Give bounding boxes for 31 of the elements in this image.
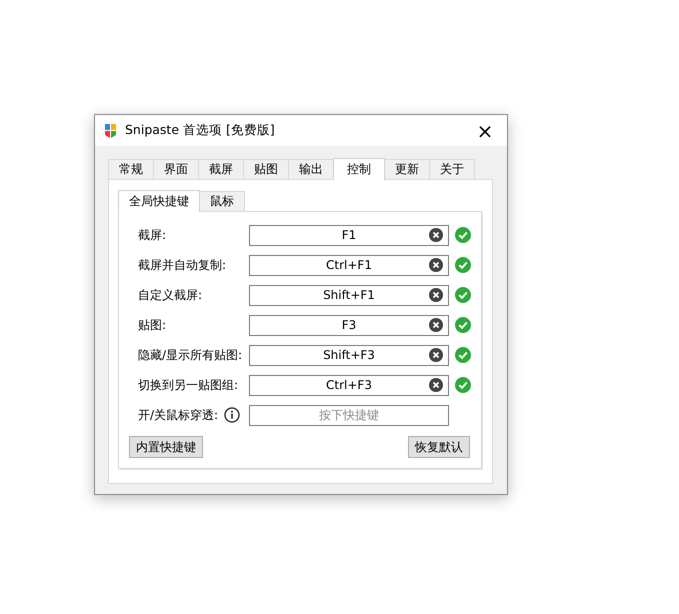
shortcut-label: 开/关鼠标穿透: bbox=[138, 407, 218, 424]
tab[interactable]: 关于 bbox=[429, 159, 475, 179]
shortcut-label: 截屏: bbox=[138, 227, 166, 244]
clear-icon[interactable] bbox=[429, 258, 443, 272]
clear-icon[interactable] bbox=[429, 228, 443, 242]
shortcut-label: 自定义截屏: bbox=[138, 287, 202, 304]
shortcut-field[interactable]: F3 bbox=[249, 314, 449, 336]
shortcut-field[interactable]: Shift+F1 bbox=[249, 284, 449, 306]
info-icon[interactable] bbox=[224, 407, 240, 423]
window-title: Snipaste 首选项 [免费版] bbox=[125, 121, 275, 140]
shortcut-label: 切换到另一贴图组: bbox=[138, 377, 238, 394]
restore-defaults-button[interactable]: 恢复默认 bbox=[408, 436, 470, 458]
subtab[interactable]: 全局快捷键 bbox=[118, 190, 200, 212]
clear-icon[interactable] bbox=[429, 288, 443, 302]
shortcut-field[interactable]: 按下快捷键 bbox=[249, 404, 449, 426]
subtab[interactable]: 鼠标 bbox=[199, 191, 245, 211]
clear-icon[interactable] bbox=[429, 378, 443, 392]
app-logo-icon bbox=[105, 124, 117, 138]
builtin-shortcuts-button[interactable]: 内置快捷键 bbox=[129, 436, 203, 458]
shortcut-field[interactable]: Ctrl+F1 bbox=[249, 254, 449, 276]
shortcut-label: 截屏并自动复制: bbox=[138, 257, 226, 274]
tab[interactable]: 控制 bbox=[333, 158, 385, 180]
close-button[interactable]: × bbox=[463, 115, 507, 146]
clear-icon[interactable] bbox=[429, 348, 443, 362]
tab[interactable]: 常规 bbox=[108, 159, 154, 179]
clear-icon[interactable] bbox=[429, 318, 443, 332]
shortcut-label: 隐藏/显示所有贴图: bbox=[138, 347, 242, 364]
shortcut-field[interactable]: Ctrl+F3 bbox=[249, 374, 449, 396]
shortcut-label: 贴图: bbox=[138, 317, 166, 334]
shortcut-field[interactable]: Shift+F3 bbox=[249, 344, 449, 366]
shortcut-field[interactable]: F1 bbox=[249, 224, 449, 246]
